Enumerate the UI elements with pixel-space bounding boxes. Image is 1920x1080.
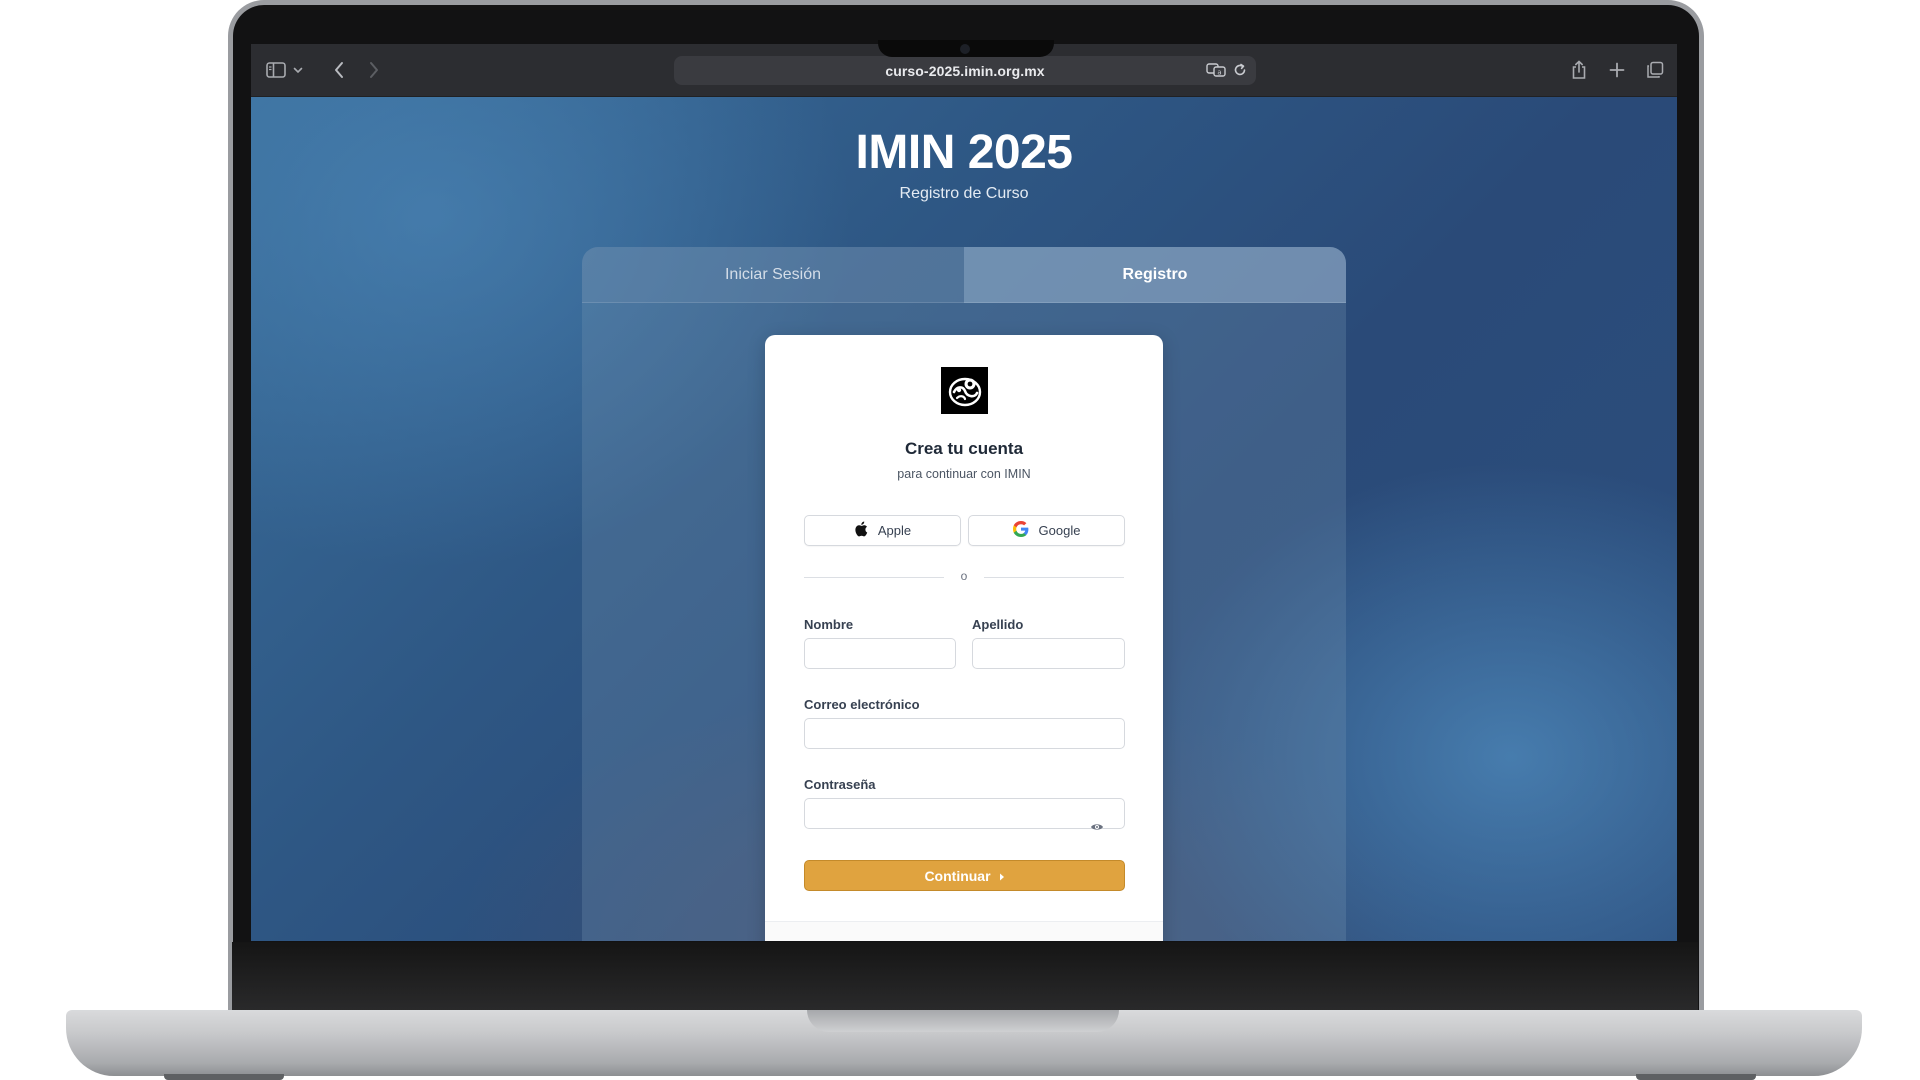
web-page: IMIN 2025 Registro de Curso Iniciar Sesi…: [251, 97, 1677, 941]
password-input[interactable]: [804, 798, 1125, 829]
caret-right-icon: [999, 868, 1005, 884]
svg-text:a: a: [1217, 69, 1221, 77]
new-tab-icon[interactable]: [1607, 58, 1627, 82]
apple-icon: [854, 521, 868, 540]
google-label: Google: [1038, 523, 1081, 538]
laptop-bezel: [232, 942, 1698, 1012]
google-signin-button[interactable]: Google: [968, 515, 1125, 546]
email-label: Correo electrónico: [804, 697, 920, 712]
auth-tabs: Iniciar Sesión Registro: [582, 247, 1346, 303]
last-name-label: Apellido: [972, 617, 1024, 632]
page-title: IMIN 2025: [855, 126, 1073, 179]
password-label: Contraseña: [804, 777, 876, 792]
sidebar-icon[interactable]: [265, 58, 287, 82]
reload-icon[interactable]: [1232, 62, 1248, 83]
laptop-hinge-groove: [807, 1010, 1119, 1032]
tab-login[interactable]: Iniciar Sesión: [582, 247, 964, 303]
laptop-foot: [164, 1074, 284, 1080]
screen: curso-2025.imin.org.mx a IMIN 2025 Regis…: [251, 44, 1677, 941]
page-subtitle: Registro de Curso: [899, 185, 1029, 202]
forward-icon[interactable]: [364, 58, 384, 82]
back-icon[interactable]: [329, 58, 349, 82]
address-bar[interactable]: curso-2025.imin.org.mx a: [674, 56, 1256, 85]
auth-panel: Iniciar Sesión Registro Crea tu cuenta p…: [582, 247, 1346, 941]
last-name-input[interactable]: [972, 638, 1125, 669]
card-subtitle: para continuar con IMIN: [897, 467, 1031, 481]
imin-logo: [941, 367, 988, 414]
divider-line: [984, 577, 1124, 578]
continue-button[interactable]: Continuar: [804, 860, 1125, 891]
signup-card: Crea tu cuenta para continuar con IMIN A…: [765, 335, 1163, 941]
continue-label: Continuar: [924, 867, 991, 884]
email-input[interactable]: [804, 718, 1125, 749]
apple-label: Apple: [877, 523, 912, 538]
tab-register[interactable]: Registro: [964, 247, 1346, 303]
divider-line: [804, 577, 944, 578]
camera-notch: [878, 40, 1054, 57]
chevron-down-icon[interactable]: [291, 58, 305, 82]
share-icon[interactable]: [1569, 58, 1589, 82]
first-name-input[interactable]: [804, 638, 956, 669]
show-password-eye-icon[interactable]: [1090, 820, 1104, 834]
translate-icon[interactable]: a: [1206, 62, 1226, 83]
apple-signin-button[interactable]: Apple: [804, 515, 961, 546]
card-footer: [765, 921, 1163, 941]
laptop-foot: [1636, 1074, 1756, 1080]
card-title: Crea tu cuenta: [904, 439, 1024, 458]
url-text: curso-2025.imin.org.mx: [885, 62, 1045, 79]
tabs-overview-icon[interactable]: [1644, 58, 1666, 82]
google-icon: [1012, 521, 1029, 540]
camera-icon: [960, 44, 970, 54]
divider-text: o: [960, 569, 968, 583]
first-name-label: Nombre: [804, 617, 854, 632]
